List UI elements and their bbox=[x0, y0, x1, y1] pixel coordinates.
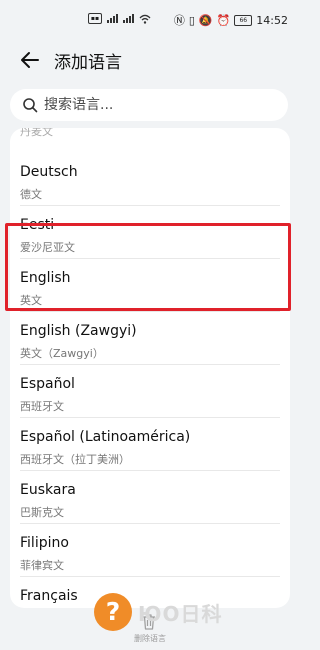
help-icon: ? bbox=[94, 593, 132, 631]
wifi-icon bbox=[139, 14, 151, 24]
page-title: 添加语言 bbox=[54, 53, 122, 73]
language-sublabel: 西班牙文 bbox=[20, 400, 64, 413]
language-item-filipino[interactable]: Filipino 菲律宾文 bbox=[10, 524, 290, 577]
language-item-espanol-latinoamerica[interactable]: Español (Latinoamérica) 西班牙文（拉丁美洲） bbox=[10, 418, 290, 471]
status-left-icons: ▪▪ bbox=[88, 13, 151, 24]
language-item-euskara[interactable]: Euskara 巴斯克文 bbox=[10, 471, 290, 524]
mute-icon: 🔕 bbox=[198, 13, 213, 27]
watermark: ЮО日科 bbox=[138, 602, 223, 626]
language-sublabel: 巴斯克文 bbox=[20, 506, 64, 519]
signal-2-icon bbox=[123, 14, 134, 23]
language-item-english-zawgyi[interactable]: English (Zawgyi) 英文（Zawgyi） bbox=[10, 312, 290, 365]
header: 添加语言 bbox=[0, 40, 300, 80]
alarm-icon: ⏰ bbox=[216, 13, 231, 27]
language-sublabel: 西班牙文（拉丁美洲） bbox=[20, 453, 130, 466]
language-label: Español (Latinoamérica) bbox=[20, 429, 191, 445]
signal-icon bbox=[107, 14, 118, 23]
language-sublabel: 菲律宾文 bbox=[20, 559, 64, 572]
vibrate-icon: ▯ bbox=[188, 13, 195, 27]
language-item-deutsch[interactable]: Deutsch 德文 bbox=[10, 153, 290, 206]
partial-item-subtitle: 丹麦文 bbox=[20, 128, 53, 138]
language-list: 丹麦文 Deutsch 德文 Eesti 爱沙尼亚文 English 英文 En… bbox=[10, 128, 290, 608]
clock: 14:52 bbox=[256, 13, 288, 27]
search-input[interactable] bbox=[44, 93, 274, 117]
battery-icon: 66 bbox=[234, 14, 253, 26]
status-right-icons: Ⓝ ▯ 🔕 ⏰ 66 14:52 bbox=[174, 12, 288, 28]
language-label: Español bbox=[20, 376, 75, 392]
language-sublabel: 英文（Zawgyi） bbox=[20, 347, 104, 360]
search-icon bbox=[23, 98, 38, 113]
language-label: Deutsch bbox=[20, 164, 78, 180]
language-label: Français bbox=[20, 588, 78, 604]
delete-language-label[interactable]: 删除语言 bbox=[0, 633, 300, 644]
status-bar: ▪▪ Ⓝ ▯ 🔕 ⏰ 66 14:52 bbox=[0, 0, 300, 40]
search-bar[interactable] bbox=[10, 89, 288, 121]
highlight-box bbox=[5, 223, 291, 311]
language-label: Filipino bbox=[20, 535, 69, 551]
language-label: Euskara bbox=[20, 482, 76, 498]
back-arrow-icon[interactable] bbox=[19, 49, 41, 71]
sim-icon: ▪▪ bbox=[88, 13, 102, 24]
language-label: English (Zawgyi) bbox=[20, 323, 137, 339]
nfc-icon: Ⓝ bbox=[173, 14, 185, 27]
language-sublabel: 德文 bbox=[20, 188, 42, 201]
language-item-espanol[interactable]: Español 西班牙文 bbox=[10, 365, 290, 418]
